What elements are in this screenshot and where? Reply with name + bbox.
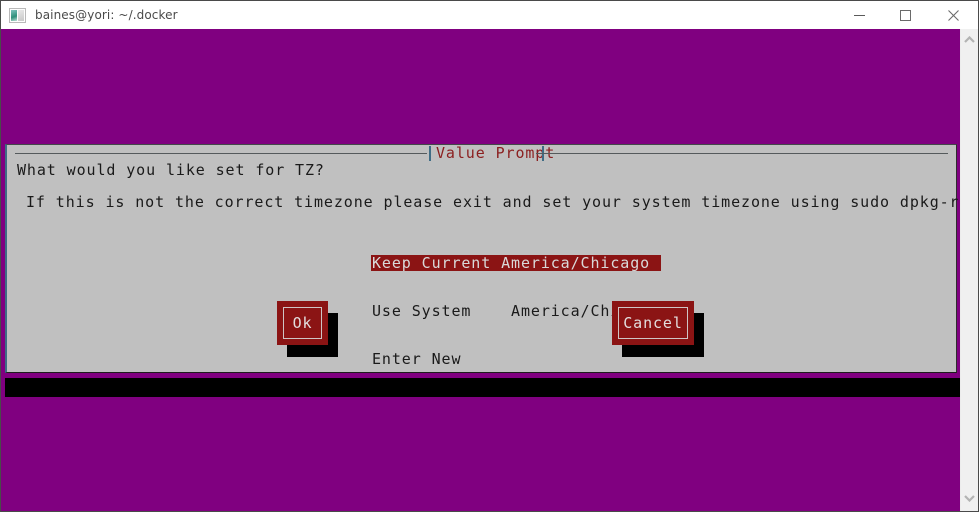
terminal-scrollbar[interactable]: [960, 29, 978, 511]
list-item-enter-new[interactable]: Enter New: [371, 351, 661, 367]
maximize-button[interactable]: [882, 1, 928, 29]
list-item-keep-current[interactable]: Keep Current America/Chicago: [371, 255, 661, 271]
close-button[interactable]: [928, 1, 978, 29]
dialog-rule-right: [536, 153, 948, 154]
cancel-button-label: Cancel: [623, 314, 683, 332]
ok-button-inner-border: Ok: [283, 307, 322, 339]
ok-button[interactable]: Ok: [277, 301, 328, 345]
terminal-icon-pane-left: [11, 9, 17, 21]
dialog-title-band: Value Prompt: [7, 145, 956, 162]
terminal-icon-pane-right: [18, 9, 24, 21]
terminal-black-band: [5, 378, 961, 397]
terminal-client-area[interactable]: Value Prompt What would you like set for…: [1, 29, 978, 511]
window-title: baines@yori: ~/.docker: [35, 8, 178, 22]
ok-button-label: Ok: [292, 314, 313, 332]
chevron-down-icon[interactable]: [961, 489, 978, 507]
dialog-note: If this is not the correct timezone plea…: [26, 193, 978, 211]
chevron-up-icon[interactable]: [961, 31, 978, 49]
terminal-icon: [9, 7, 26, 23]
window-titlebar[interactable]: baines@yori: ~/.docker: [1, 1, 978, 29]
terminal-screen[interactable]: Value Prompt What would you like set for…: [1, 29, 978, 511]
dialog-question: What would you like set for TZ?: [17, 161, 325, 179]
dialog-title-tick-left: [429, 146, 431, 161]
value-prompt-dialog: Value Prompt What would you like set for…: [5, 144, 978, 373]
cancel-button[interactable]: Cancel: [612, 301, 694, 345]
terminal-window: baines@yori: ~/.docker Value Prompt What…: [0, 0, 979, 512]
dialog-rule-left: [15, 153, 427, 154]
cancel-button-inner-border: Cancel: [618, 307, 688, 339]
minimize-button[interactable]: [836, 1, 882, 29]
